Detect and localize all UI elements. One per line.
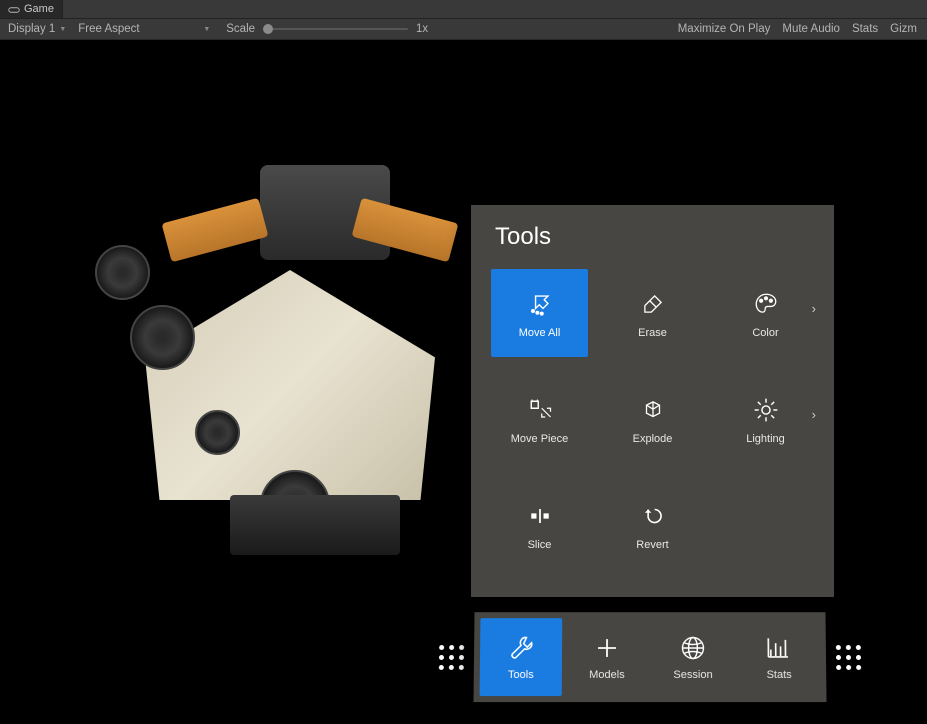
tool-label: Explode xyxy=(633,433,673,445)
panel-title: Tools xyxy=(471,205,834,261)
tool-label: Color xyxy=(752,327,778,339)
scale-handle[interactable] xyxy=(263,24,273,34)
gizmos-button[interactable]: Gizm xyxy=(884,21,923,37)
explode-icon xyxy=(638,395,668,425)
chevron-right-icon: › xyxy=(812,407,816,422)
tool-revert[interactable]: Revert xyxy=(604,481,701,569)
engine-block xyxy=(145,270,435,500)
nav-label: Stats xyxy=(767,669,792,681)
nav-label: Session xyxy=(673,669,712,681)
engine-3d-model[interactable] xyxy=(85,150,485,570)
move-piece-icon xyxy=(525,395,555,425)
engine-pulley xyxy=(95,245,150,300)
tool-label: Slice xyxy=(528,539,552,551)
lighting-icon xyxy=(751,395,781,425)
tool-explode[interactable]: Explode xyxy=(604,375,701,463)
tool-lighting[interactable]: Lighting › xyxy=(717,375,814,463)
bottom-nav: Tools Models xyxy=(434,612,865,702)
game-tab[interactable]: Game xyxy=(0,0,63,18)
tool-label: Lighting xyxy=(746,433,785,445)
unity-toolbar: Display 1 ▼ Free Aspect ▼ Scale 1x Maxim… xyxy=(0,19,927,40)
wrench-icon xyxy=(506,633,536,663)
display-dropdown[interactable]: Display 1 ▼ xyxy=(4,22,70,36)
erase-icon xyxy=(638,289,668,319)
nav-stats[interactable]: Stats xyxy=(738,618,821,696)
nav-tools[interactable]: Tools xyxy=(480,618,563,696)
game-tab-label: Game xyxy=(24,3,54,15)
tools-grid: Move All Erase xyxy=(471,261,834,577)
gamepad-icon xyxy=(8,5,20,13)
engine-pulley xyxy=(195,410,240,455)
scale-value: 1x xyxy=(416,23,428,35)
plus-icon xyxy=(592,633,622,663)
engine-header-left xyxy=(162,198,269,263)
scale-slider[interactable] xyxy=(263,28,408,30)
drag-handle-right[interactable] xyxy=(832,641,865,674)
unity-tab-bar: Game xyxy=(0,0,927,19)
revert-icon xyxy=(638,501,668,531)
scale-control: Scale 1x xyxy=(226,23,428,35)
tool-erase[interactable]: Erase xyxy=(604,269,701,357)
nav-models[interactable]: Models xyxy=(566,618,648,696)
nav-label: Models xyxy=(589,669,625,681)
tool-move-piece[interactable]: Move Piece xyxy=(491,375,588,463)
scale-label: Scale xyxy=(226,23,255,35)
display-label: Display 1 xyxy=(8,23,55,35)
move-all-icon xyxy=(525,289,555,319)
tool-slice[interactable]: Slice xyxy=(491,481,588,569)
stats-button[interactable]: Stats xyxy=(846,21,884,37)
slice-icon xyxy=(525,501,555,531)
drag-handle-left[interactable] xyxy=(435,641,468,674)
nav-session[interactable]: Session xyxy=(652,618,734,696)
engine-oilpan xyxy=(230,495,400,555)
nav-label: Tools xyxy=(508,669,534,681)
tool-label: Move All xyxy=(519,327,561,339)
tool-label: Revert xyxy=(636,539,668,551)
tool-color[interactable]: Color › xyxy=(717,269,814,357)
chevron-down-icon: ▼ xyxy=(59,26,66,33)
game-viewport[interactable]: Tools Move All xyxy=(0,40,927,724)
tool-move-all[interactable]: Move All xyxy=(491,269,588,357)
engine-pulley xyxy=(130,305,195,370)
tool-label: Move Piece xyxy=(511,433,568,445)
chevron-down-icon: ▼ xyxy=(203,26,210,33)
color-icon xyxy=(751,289,781,319)
maximize-on-play-button[interactable]: Maximize On Play xyxy=(672,21,777,37)
tools-panel: Tools Move All xyxy=(471,205,834,597)
aspect-label: Free Aspect xyxy=(78,23,139,35)
aspect-dropdown[interactable]: Free Aspect ▼ xyxy=(74,22,214,36)
mute-audio-button[interactable]: Mute Audio xyxy=(776,21,846,37)
tool-label: Erase xyxy=(638,327,667,339)
nav-bar: Tools Models xyxy=(473,612,826,702)
bar-chart-icon xyxy=(764,633,794,663)
globe-icon xyxy=(678,633,708,663)
chevron-right-icon: › xyxy=(812,301,816,316)
